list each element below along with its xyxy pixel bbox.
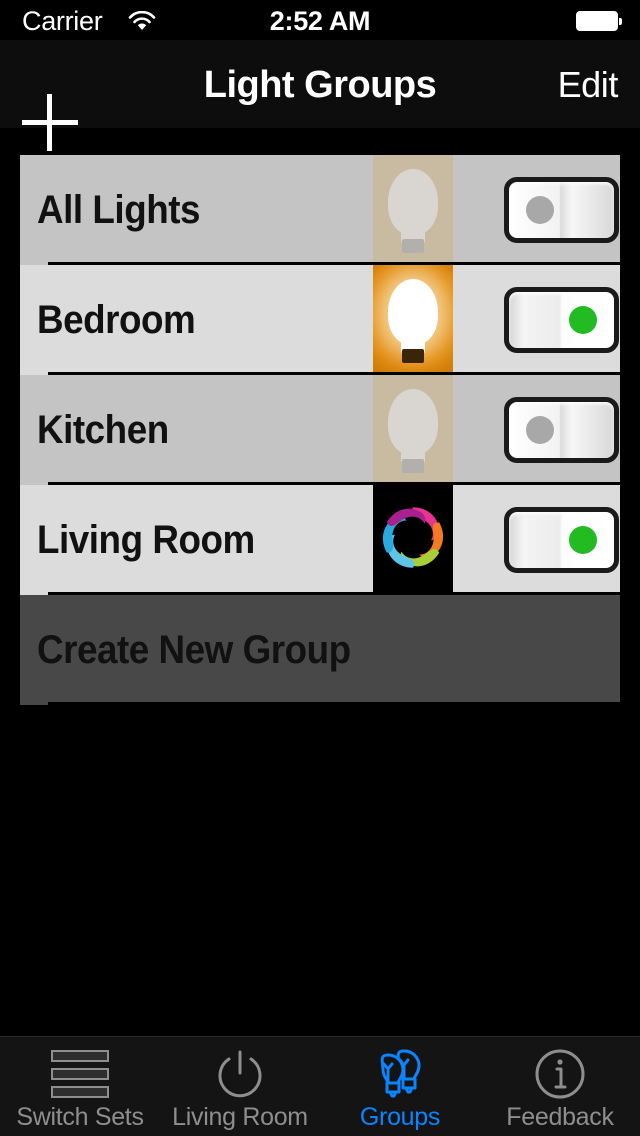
table-row[interactable]: Living Room [20, 485, 620, 595]
group-toggle-switch[interactable] [504, 397, 619, 463]
tab-groups[interactable]: Groups [320, 1037, 480, 1136]
toggle-indicator-dot [526, 196, 554, 224]
table-row[interactable]: Kitchen [20, 375, 620, 485]
tab-label: Groups [359, 1103, 441, 1131]
table-row[interactable]: All Lights [20, 155, 620, 265]
group-toggle-switch[interactable] [504, 507, 619, 573]
clock-label: 2:52 AM [269, 6, 371, 36]
edit-button[interactable]: Edit [558, 64, 619, 106]
tab-label: Feedback [506, 1103, 614, 1131]
info-circle-icon [480, 1047, 640, 1101]
two-bulbs-icon [320, 1047, 480, 1101]
app-screen: Carrier 2:52 AM Light Groups Edit All Li… [0, 0, 640, 1136]
tab-switch-sets[interactable]: Switch Sets [0, 1037, 160, 1136]
group-name-label: Kitchen [37, 408, 169, 452]
bulb-off-icon [373, 375, 453, 485]
group-name-label: All Lights [37, 188, 201, 232]
tab-label: Switch Sets [16, 1103, 144, 1131]
power-icon [160, 1047, 320, 1101]
page-title: Light Groups [203, 64, 437, 106]
table-row[interactable]: Bedroom [20, 265, 620, 375]
toggle-indicator-dot [569, 526, 597, 554]
create-new-group-row[interactable]: Create New Group [20, 595, 620, 705]
bulb-off-icon [373, 155, 453, 265]
stacked-bars-icon [0, 1047, 160, 1101]
tab-bar: Switch Sets Living Room Groups Feedback [0, 1036, 640, 1136]
bulb-on-icon [373, 265, 453, 375]
group-name-label: Bedroom [37, 298, 196, 342]
group-name-label: Living Room [37, 518, 255, 562]
group-toggle-switch[interactable] [504, 177, 619, 243]
color-swirl-icon [373, 485, 453, 595]
tab-feedback[interactable]: Feedback [480, 1037, 640, 1136]
navigation-bar: Light Groups Edit [0, 40, 640, 151]
row-separator [48, 702, 620, 705]
toggle-indicator-dot [526, 416, 554, 444]
battery-full-icon [576, 11, 622, 31]
status-bar: Carrier 2:52 AM [0, 0, 640, 40]
group-toggle-switch[interactable] [504, 287, 619, 353]
light-groups-table: All Lights Bedroom Kitchen Living Room C… [20, 155, 620, 705]
create-new-group-label: Create New Group [37, 628, 351, 672]
tab-label: Living Room [172, 1103, 308, 1131]
tab-living-room[interactable]: Living Room [160, 1037, 320, 1136]
toggle-indicator-dot [569, 306, 597, 334]
